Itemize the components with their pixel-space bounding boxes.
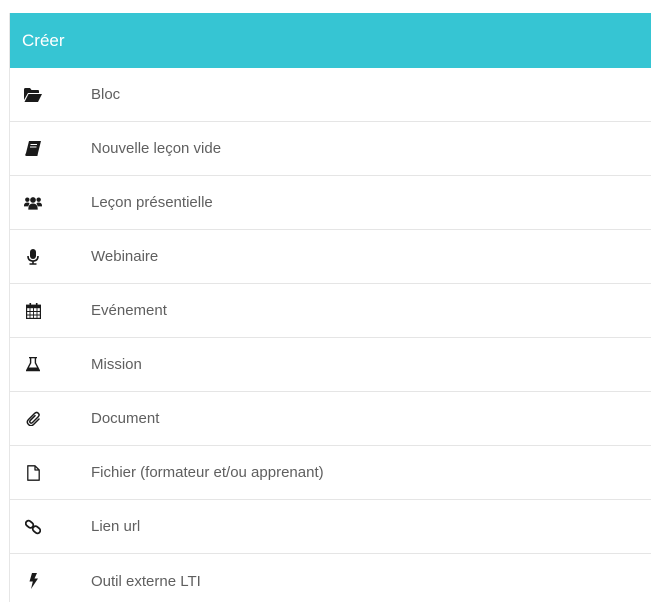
menu-item-label: Webinaire (91, 248, 159, 265)
menu-item-label: Lien url (91, 518, 141, 535)
menu-item-event[interactable]: Evénement (10, 284, 651, 338)
users-icon (24, 194, 42, 212)
book-icon (24, 140, 42, 158)
file-icon (24, 464, 42, 482)
menu-item-label: Mission (91, 356, 142, 373)
menu-item-file[interactable]: Fichier (formateur et/ou apprenant) (10, 446, 651, 500)
flask-icon (24, 356, 42, 374)
link-icon (24, 518, 42, 536)
menu-item-label: Fichier (formateur et/ou apprenant) (91, 464, 324, 481)
panel-title: Créer (10, 13, 651, 68)
menu-item-new-lesson[interactable]: Nouvelle leçon vide (10, 122, 651, 176)
microphone-icon (24, 248, 42, 266)
menu-item-label: Nouvelle leçon vide (91, 140, 222, 157)
menu-item-mission[interactable]: Mission (10, 338, 651, 392)
paperclip-icon (24, 410, 42, 428)
bolt-icon (24, 572, 42, 590)
menu-item-url-link[interactable]: Lien url (10, 500, 651, 554)
menu-item-label: Outil externe LTI (91, 572, 201, 590)
menu-item-label: Leçon présentielle (91, 194, 213, 211)
menu-item-bloc[interactable]: Bloc (10, 68, 651, 122)
create-panel: Créer Bloc Nouvelle leçon vide Leçon pré… (9, 13, 651, 602)
calendar-icon (24, 302, 42, 320)
create-menu: Bloc Nouvelle leçon vide Leçon présentie… (10, 68, 651, 608)
menu-item-label: Document (91, 410, 160, 427)
folder-open-icon (24, 86, 42, 104)
menu-item-document[interactable]: Document (10, 392, 651, 446)
menu-item-webinar[interactable]: Webinaire (10, 230, 651, 284)
menu-item-label: Evénement (91, 302, 167, 319)
menu-item-presential-lesson[interactable]: Leçon présentielle (10, 176, 651, 230)
menu-item-label: Bloc (91, 86, 121, 103)
menu-item-lti-tool[interactable]: Outil externe LTI (10, 554, 651, 608)
